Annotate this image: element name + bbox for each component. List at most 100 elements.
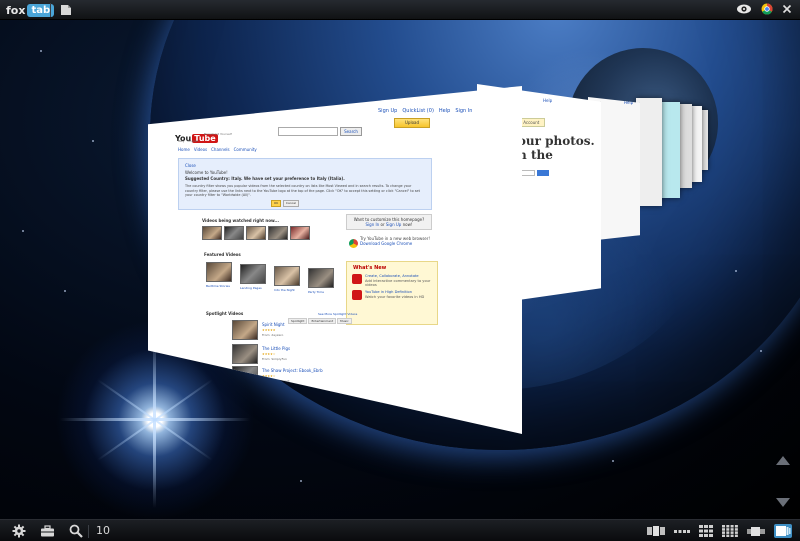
yt-spotlight-tab: Spotlight [288, 318, 308, 324]
yt-lang-link: Italy [178, 139, 185, 143]
yt-video-thumbnail [224, 226, 244, 240]
chrome-icon[interactable] [761, 3, 773, 15]
star [760, 350, 762, 352]
yt-whats-new-item: YouTube in High Definition Watch your fa… [365, 290, 437, 299]
yt-sign-up-link: Sign Up [385, 222, 402, 227]
search-icon[interactable] [69, 524, 83, 538]
scroll-down-arrow-icon[interactable] [776, 498, 790, 507]
tab-thumbnail[interactable] [678, 104, 692, 188]
yt-whats-new-icon [352, 274, 362, 284]
yt-spotlight-thumbnail [232, 320, 258, 340]
yt-spotlight-rating: ★★★★☆ [262, 352, 276, 356]
view-mode-switcher [647, 524, 792, 538]
yt-video-thumbnail [268, 226, 288, 240]
yt-nav-links: Home Videos Channels Community [178, 147, 257, 152]
yt-whats-new-heading: What's New [353, 265, 387, 271]
chrome-logo-icon [349, 239, 358, 248]
yt-whats-new: What's New Create, Collaborate, Annotate… [346, 261, 438, 325]
yt-spotlight-title: The Shaw Project: Ebook_Ebrb [262, 368, 323, 373]
yt-top-link: Sign In [455, 108, 473, 114]
yt-notice-country: Suggested Country: Italy. We have set yo… [185, 176, 345, 181]
gear-icon[interactable] [12, 524, 26, 538]
scroll-up-arrow-icon[interactable] [776, 456, 790, 465]
stack-view-icon[interactable] [774, 524, 792, 538]
yt-spotlight-desc: From: dayzero [262, 333, 284, 337]
yt-featured-meta: Into the Night [274, 288, 295, 292]
back-page-go-button [537, 170, 549, 176]
yt-spotlight-tab: Music [337, 318, 352, 324]
tab-count: 10 [96, 524, 110, 537]
yt-video-thumbnail [246, 226, 266, 240]
yt-search-button: Search [340, 127, 362, 136]
yt-spotlight-tabs: Spotlight Entertainment Music [288, 318, 352, 324]
star [300, 480, 302, 482]
yt-notice-close: Close [185, 163, 196, 168]
yt-watched-heading: Videos being watched right now... [202, 218, 279, 223]
foxtab-logo[interactable]: fox tab [6, 3, 55, 17]
yt-spotlight-thumbnail [232, 344, 258, 364]
grid-view-icon[interactable] [699, 525, 713, 537]
yt-notice-body: The country filter shows you popular vid… [185, 184, 420, 197]
yt-whats-new-item: Create, Collaborate, Annotate Add intera… [365, 274, 437, 288]
yt-customize-box: Want to customize this homepage? Sign In… [346, 214, 432, 230]
yt-notice-cancel-button: Cancel [283, 200, 299, 207]
yt-lang-link: English [187, 139, 199, 143]
new-tab-icon[interactable] [60, 4, 72, 16]
yt-customize-links: Sign In or Sign Up now! [347, 222, 431, 227]
yt-nav-link: Channels [211, 147, 230, 152]
yt-top-link: Help [438, 108, 451, 114]
yt-notice-ok-button: OK [271, 200, 281, 207]
yt-whats-new-sub: Add interactive commentary to your video… [365, 278, 431, 288]
yt-spotlight-more-link: See More Spotlight Videos [318, 312, 358, 316]
wall-view-icon[interactable] [647, 525, 665, 537]
list-view-icon[interactable] [674, 525, 690, 537]
yt-notice-welcome: Welcome to YouTube! [185, 170, 228, 175]
yt-whats-new-title: Create, Collaborate, Annotate [365, 274, 419, 278]
yt-upload-button: Upload [394, 118, 430, 128]
yt-spotlight-heading: Spotlight Videos [206, 311, 244, 316]
yt-nav-link: Community [233, 147, 257, 152]
star [735, 270, 737, 272]
star [40, 50, 42, 52]
yt-featured-meta: Bedtime Stories [206, 284, 230, 288]
star [64, 290, 66, 292]
bottom-divider [88, 525, 89, 538]
star [22, 230, 24, 232]
toolbox-icon[interactable] [40, 525, 55, 537]
top-right-controls [736, 3, 792, 15]
close-icon[interactable] [782, 4, 792, 14]
yt-top-links: Sign Up QuickList (0) Help Sign In [378, 108, 472, 114]
star [92, 140, 94, 142]
logo-fox-text: fox [6, 3, 26, 17]
yt-top-link: QuickList (0) [402, 108, 434, 114]
yt-featured-thumbnail [206, 262, 232, 282]
back-page-top-link: Help [543, 98, 553, 103]
yt-whats-new-sub: Watch your favorite videos in HD [365, 294, 425, 299]
top-bar: fox tab [0, 0, 800, 20]
yt-featured-thumbnail [240, 264, 266, 284]
bottom-left-tools [12, 524, 83, 538]
yt-nav-link: Videos [193, 147, 208, 152]
yt-whats-new-icon [352, 290, 362, 300]
carousel-view-icon[interactable] [747, 525, 765, 537]
yt-country-notice: Close Welcome to YouTube! Suggested Coun… [178, 158, 432, 210]
yt-nav-link: Home [178, 147, 190, 152]
foxtab-window: fox tab Help Help Account your photos. t… [0, 0, 800, 541]
eye-view-icon[interactable] [736, 3, 752, 15]
yt-sign-in-link: Sign In [365, 222, 380, 227]
yt-top-link: Sign Up [378, 108, 398, 114]
tab-thumbnail[interactable] [660, 102, 680, 198]
bottom-bar: 10 [0, 519, 800, 541]
yt-featured-meta: Party Time [308, 290, 324, 294]
yt-featured-heading: Featured Videos [204, 252, 241, 257]
yt-video-thumbnail [290, 226, 310, 240]
yt-search-input [278, 127, 338, 136]
sun-flare [153, 338, 156, 508]
yt-chrome-link: Download Google Chrome [360, 241, 413, 246]
yt-spotlight-desc: From: SimplyFun [262, 357, 287, 361]
yt-chrome-promo: Try YouTube in a new web browser! Downlo… [346, 236, 436, 256]
grid-large-view-icon[interactable] [722, 525, 738, 537]
yt-featured-thumbnail [274, 266, 300, 286]
yt-or-text: or [380, 222, 385, 227]
yt-featured-meta: Landing Pages [240, 286, 262, 290]
